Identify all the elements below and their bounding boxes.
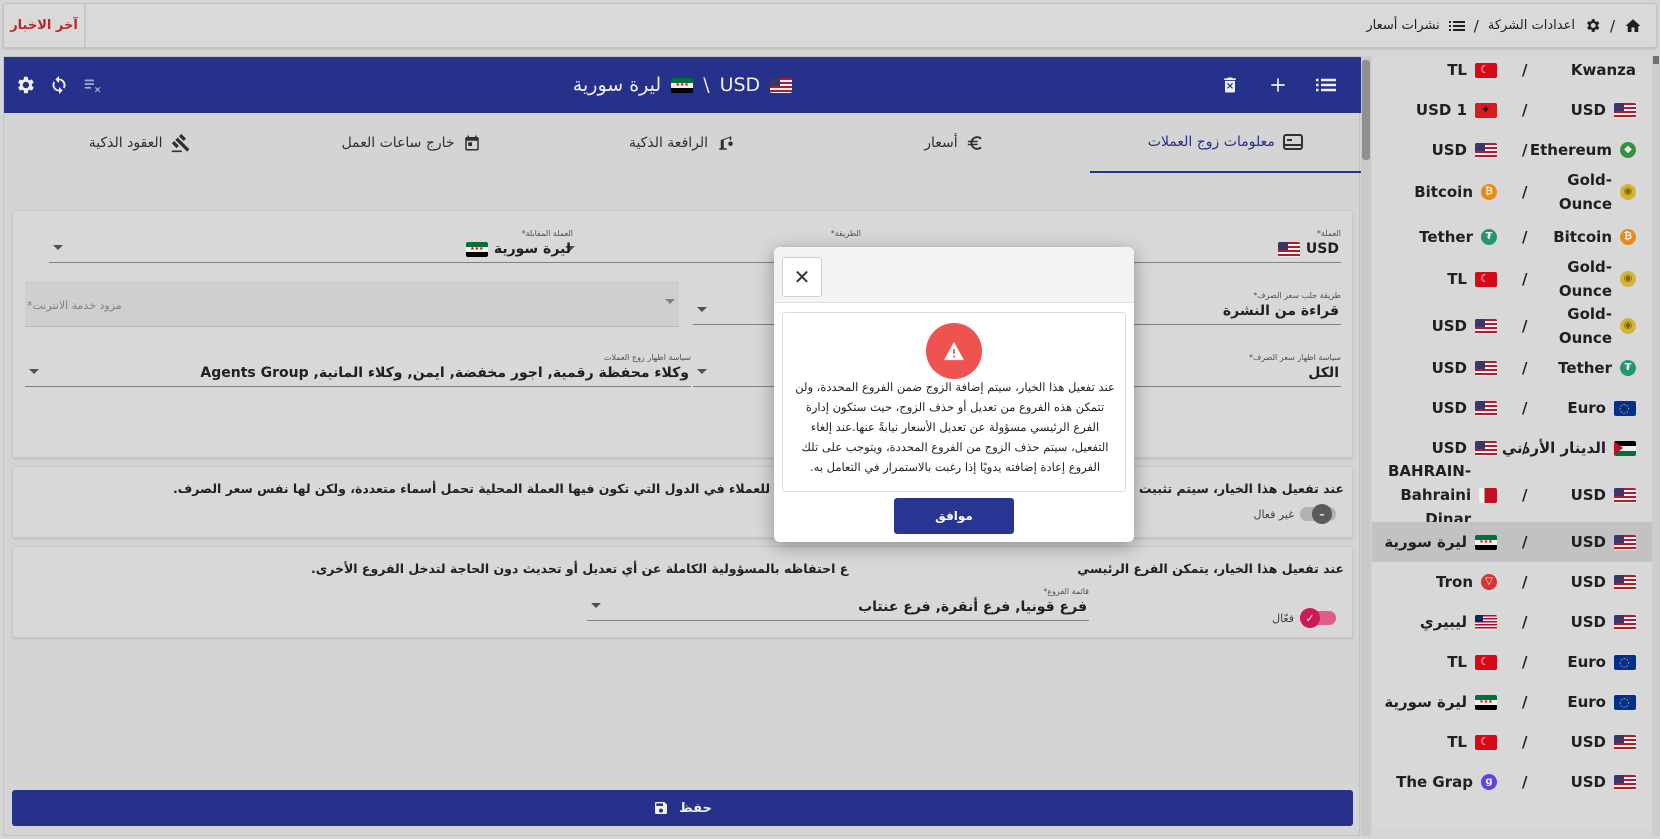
dialog-body: عند تفعيل هذا الخيار، سيتم إضافة الزوج ض… — [782, 312, 1126, 492]
close-icon: ✕ — [793, 265, 811, 289]
close-button[interactable]: ✕ — [782, 257, 822, 297]
dialog-header: ✕ — [774, 247, 1134, 303]
dialog-message: عند تفعيل هذا الخيار، سيتم إضافة الزوج ض… — [795, 380, 1115, 474]
warning-icon — [926, 323, 982, 379]
confirm-dialog: ✕ عند تفعيل هذا الخيار، سيتم إضافة الزوج… — [774, 247, 1134, 542]
ok-button[interactable]: موافق — [894, 498, 1014, 534]
